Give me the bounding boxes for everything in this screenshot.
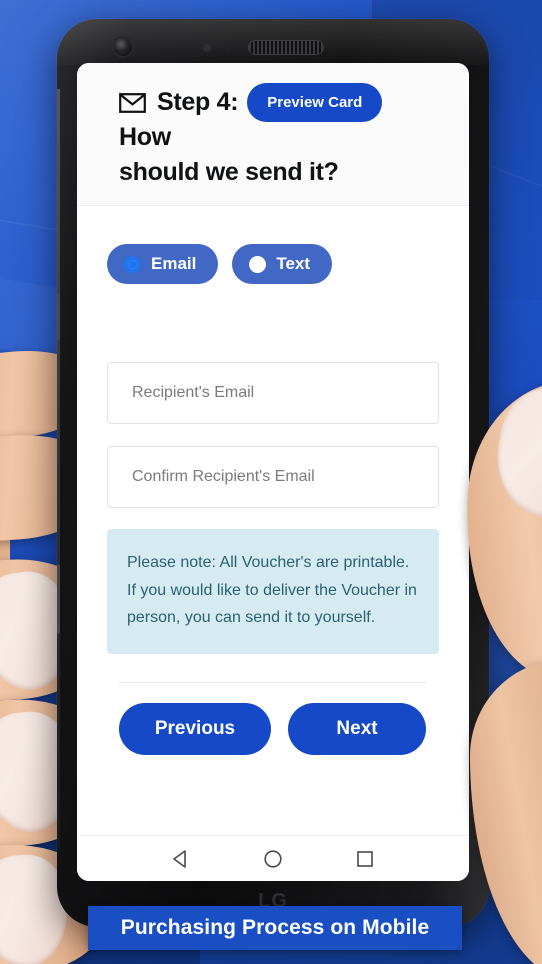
radio-selected-icon [124,255,141,273]
next-button[interactable]: Next [288,702,426,755]
note-box: Please note: All Voucher's are printable… [107,529,439,654]
phone-left-edge-highlight [57,89,60,849]
caption-banner: Purchasing Process on Mobile [88,906,462,950]
recipient-email-input[interactable] [107,362,439,424]
phone-device: LG Step 4: Preview Card How should we se… [57,19,489,927]
delivery-option-text[interactable]: Text [232,244,333,284]
home-circle-icon[interactable] [263,849,283,869]
camera-icon [114,38,132,56]
delivery-option-email[interactable]: Email [107,244,219,284]
preview-card-button[interactable]: Preview Card [247,83,383,122]
header-top-row: Step 4: Preview Card [119,83,447,122]
app-header: Step 4: Preview Card How should we send … [77,63,469,206]
envelope-icon [119,92,146,113]
back-triangle-icon[interactable] [171,849,191,869]
wizard-navigation: Previous Next [107,702,439,775]
radio-unselected-icon [249,255,267,273]
light-sensor-icon [225,45,232,52]
delivery-option-text-label: Text [276,254,311,273]
power-button[interactable] [57,564,60,634]
step-label: Step 4: [157,88,239,116]
previous-button[interactable]: Previous [119,702,271,755]
phone-screen: Step 4: Preview Card How should we send … [77,63,469,881]
question-line-2: should we send it? [119,158,339,186]
question-line-1: How [119,123,171,151]
speaker-grille-icon [249,41,323,54]
email-form [107,362,439,508]
footer-divider [119,681,427,683]
confirm-recipient-email-input[interactable] [107,446,439,508]
proximity-sensor-icon [203,44,211,52]
phone-top-bezel [57,19,489,63]
recents-square-icon[interactable] [355,849,375,869]
delivery-option-email-label: Email [151,254,197,273]
volume-button[interactable] [57,294,60,340]
app-body: Email Text Please note: All Voucher's ar… [77,206,469,775]
screenshot-stage: LG Step 4: Preview Card How should we se… [0,0,542,964]
android-navigation-bar [77,835,469,881]
delivery-method-group: Email Text [107,244,439,284]
